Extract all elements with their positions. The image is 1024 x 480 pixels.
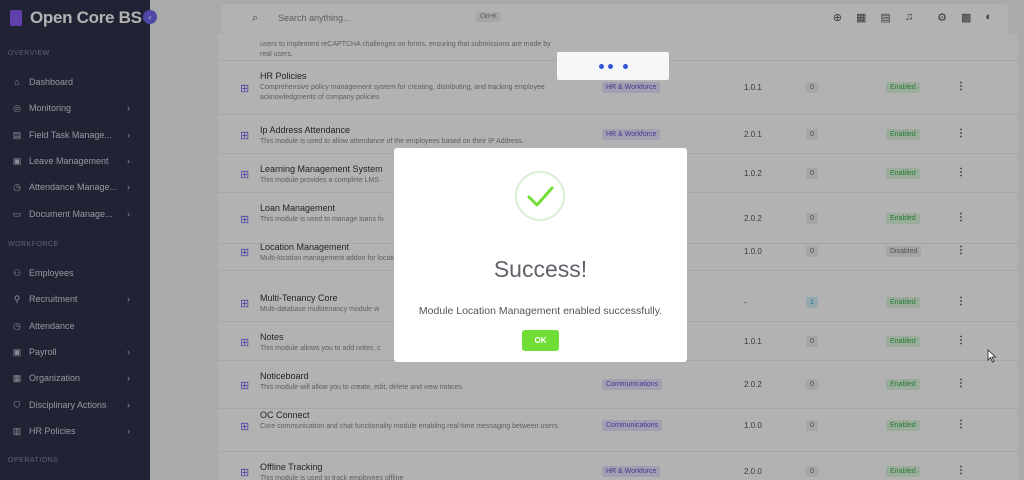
dialog-title: Success! <box>493 256 588 282</box>
dialog-message: Module Location Management enabled succe… <box>418 305 663 317</box>
success-dialog: Success! Module Location Management enab… <box>394 148 687 362</box>
loading-indicator <box>557 52 669 80</box>
success-check-icon <box>515 171 565 221</box>
ok-button[interactable]: OK <box>522 330 559 351</box>
mouse-cursor-icon <box>987 349 997 363</box>
